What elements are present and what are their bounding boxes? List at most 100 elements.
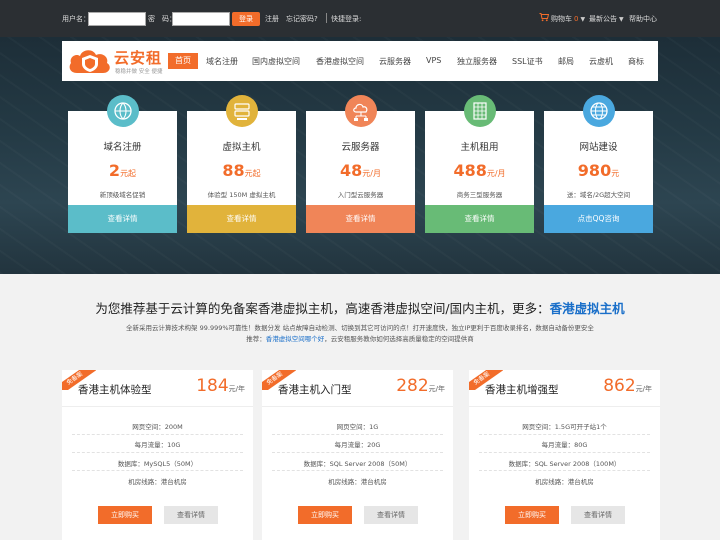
nav-cloud-vm[interactable]: 云虚机 (589, 56, 613, 67)
plan-feature: 数据库：MySQL5（50M） (117, 460, 198, 468)
plan-title: 香港主机入门型 (278, 384, 352, 396)
news-menu[interactable]: 最新公告 ▼ (589, 14, 624, 24)
plan-feature: 每月流量：10G (134, 441, 181, 449)
nav-hk-hosting[interactable]: 香港虚拟空间 (316, 56, 364, 67)
plan-feature: 网页空间：1.5G可开子站1个 (522, 423, 607, 431)
nav-ssl[interactable]: SSL证书 (512, 56, 543, 67)
plan-card-trial: 免备案 香港主机体验型 184元/年 网页空间：200M 每月流量：10G 数据… (62, 370, 253, 540)
login-button[interactable]: 登录 (232, 12, 260, 26)
nav-cloud-server[interactable]: 云服务器 (379, 56, 411, 67)
plan-title: 香港主机增强型 (485, 384, 559, 396)
plan-price: 282元/年 (396, 376, 445, 396)
plan-feature: 数据库：SQL Server 2008（100M） (508, 460, 621, 468)
nav-dedicated-server[interactable]: 独立服务器 (457, 56, 497, 67)
plan-feature: 网页空间：1G (336, 423, 379, 431)
divider (479, 452, 650, 453)
nav-home[interactable]: 首页 (168, 53, 198, 69)
product-desc: 送：域名/2G超大空间 (566, 191, 631, 199)
product-detail-button[interactable]: 查看详情 (187, 205, 296, 233)
plan-feature: 机房线路：港台机房 (535, 478, 594, 486)
plan-feature: 网页空间：200M (132, 423, 183, 431)
product-card-domain: 域名注册 2元起 新顶级域名促销 查看详情 (68, 95, 177, 233)
divider (72, 452, 243, 453)
promo-line-1: 全新采用云计算技术构架 99.999%可靠性！数据分发 站点故障自动检测、切换到… (126, 324, 594, 332)
divider (479, 434, 650, 435)
plan-feature: 数据库：SQL Server 2008（50M） (303, 460, 412, 468)
product-detail-button[interactable]: 查看详情 (68, 205, 177, 233)
nav-mail[interactable]: 邮局 (558, 56, 574, 67)
server-rack-icon (464, 95, 496, 127)
view-detail-button[interactable]: 查看详情 (571, 506, 625, 524)
username-input[interactable] (88, 12, 146, 26)
nav-trademark[interactable]: 商标 (628, 56, 644, 67)
logo-subtitle: 稳稳并做 安全 便捷 (115, 69, 163, 75)
cart-count: 0 (574, 15, 579, 23)
plan-feature: 每月流量：20G (334, 441, 381, 449)
view-detail-button[interactable]: 查看详情 (164, 506, 218, 524)
product-name: 云服务器 (341, 142, 380, 153)
product-price: 980元 (577, 161, 620, 180)
promo-line-2: 推荐：香港虚拟空间哪个好，云安租服务教你如何选择高质量稳定的空间提供商 (246, 335, 474, 343)
product-desc: 新顶级域名促销 (99, 191, 146, 199)
product-card-server-rental: 主机租用 488元/月 商务三型服务器 查看详情 (425, 95, 534, 233)
nav-domain[interactable]: 域名注册 (206, 56, 238, 67)
plan-card-entry: 免备案 香港主机入门型 282元/年 网页空间：1G 每月流量：20G 数据库：… (262, 370, 453, 540)
promo-title: 为您推荐基于云计算的免备案香港虚拟主机，高速香港虚拟空间/国内主机，更多：香港虚… (95, 301, 625, 316)
password-input[interactable] (172, 12, 230, 26)
username-label: 用户名： (62, 15, 90, 23)
plan-feature: 每月流量：80G (541, 441, 588, 449)
register-link[interactable]: 注册 (265, 14, 279, 24)
divider (62, 406, 253, 407)
help-center-link[interactable]: 帮助中心 (629, 14, 657, 24)
product-name: 主机租用 (460, 142, 499, 153)
quick-login-label: 快捷登录: (331, 15, 362, 23)
divider (479, 470, 650, 471)
news-label: 最新公告 (589, 15, 617, 23)
separator (326, 13, 327, 23)
product-price: 2元起 (108, 161, 137, 180)
product-card-website-build: 网站建设 980元 送：域名/2G超大空间 点击QQ咨询 (544, 95, 653, 233)
plan-price: 862元/年 (603, 376, 652, 396)
view-detail-button[interactable]: 查看详情 (364, 506, 418, 524)
logo-cloud-shield-icon[interactable] (67, 46, 113, 76)
cart-link[interactable]: 购物车 0 ▼ (551, 14, 585, 24)
product-price: 88元起 (222, 161, 261, 180)
globe-tag-icon (107, 95, 139, 127)
chevron-down-icon: ▼ (619, 16, 624, 23)
divider (262, 406, 453, 407)
divider (72, 434, 243, 435)
main-navigation: 云安租 稳稳并做 安全 便捷 首页 域名注册 国内虚拟空间 香港虚拟空间 云服务… (62, 41, 658, 81)
cart-icon[interactable] (539, 12, 549, 22)
plan-price: 184元/年 (196, 376, 245, 396)
logo-title[interactable]: 云安租 (114, 47, 162, 68)
cloud-network-icon (345, 95, 377, 127)
globe-icon (583, 95, 615, 127)
divider (272, 452, 443, 453)
promo-title-link[interactable]: 香港虚拟主机 (550, 301, 625, 316)
cart-label: 购物车 (551, 15, 572, 23)
product-price: 488元/月 (453, 161, 506, 180)
buy-now-button[interactable]: 立即购买 (505, 506, 559, 524)
plan-card-enhanced: 免备案 香港主机增强型 862元/年 网页空间：1.5G可开子站1个 每月流量：… (469, 370, 660, 540)
product-detail-button[interactable]: 查看详情 (306, 205, 415, 233)
buy-now-button[interactable]: 立即购买 (98, 506, 152, 524)
product-name: 网站建设 (579, 142, 618, 153)
buy-now-button[interactable]: 立即购买 (298, 506, 352, 524)
divider (272, 434, 443, 435)
plan-feature: 机房线路：港台机房 (128, 478, 187, 486)
plan-title: 香港主机体验型 (78, 384, 152, 396)
nav-domestic-hosting[interactable]: 国内虚拟空间 (252, 56, 300, 67)
divider (272, 470, 443, 471)
top-bar: 用户名： 密 码： 登录 注册 忘记密码? 快捷登录: 购物车 0 ▼ 最新公告 ▼ … (0, 0, 720, 37)
product-card-cloud-server: 云服务器 48元/月 入门型云服务器 查看详情 (306, 95, 415, 233)
nav-vps[interactable]: VPS (426, 56, 441, 65)
forgot-password-link[interactable]: 忘记密码? (286, 14, 318, 24)
product-detail-button[interactable]: 查看详情 (425, 205, 534, 233)
product-name: 虚拟主机 (222, 142, 261, 153)
promo-recommend-link[interactable]: 香港虚拟空间哪个好 (266, 335, 325, 343)
plan-feature: 机房线路：港台机房 (328, 478, 387, 486)
product-qq-button[interactable]: 点击QQ咨询 (544, 205, 653, 233)
chevron-down-icon: ▼ (580, 16, 586, 23)
product-name: 域名注册 (103, 142, 142, 153)
product-desc: 体验型 150M 虚拟主机 (207, 191, 276, 199)
